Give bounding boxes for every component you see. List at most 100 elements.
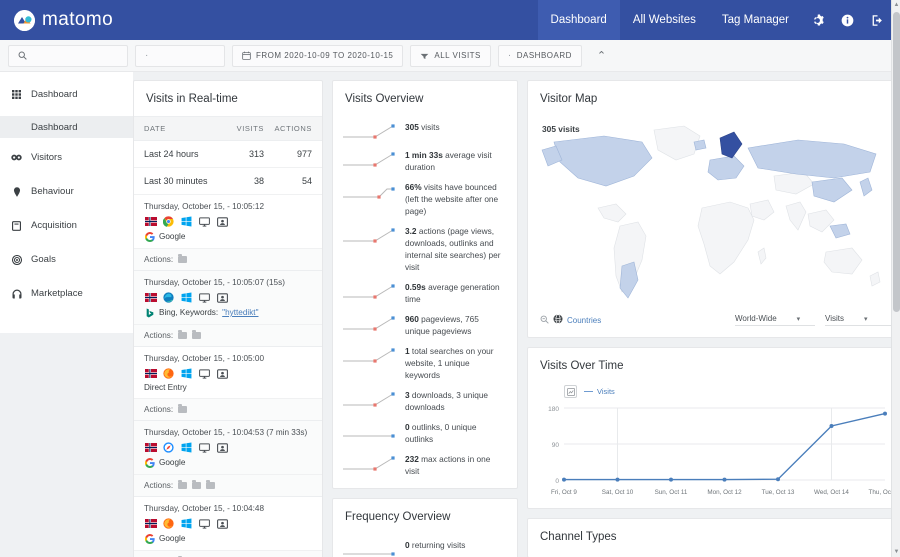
page-scrollbar[interactable]: ▲ ▼ — [891, 0, 900, 557]
visitor-map-canvas[interactable]: 305 visits — [534, 116, 899, 306]
map-metric-select[interactable]: Visits ▾ — [825, 314, 893, 326]
page-action-icon[interactable] — [206, 482, 215, 489]
visitor-profile-icon[interactable] — [216, 442, 229, 453]
page-action-icon[interactable] — [178, 256, 187, 263]
visitor-entry[interactable]: Thursday, October 15, - 10:05:12Google — [134, 195, 322, 248]
svg-text:Thu, Oct 15: Thu, Oct 15 — [869, 489, 893, 496]
date-range-selector[interactable]: FROM 2020-10-09 TO 2020-10-15 — [232, 45, 403, 67]
page-action-icon[interactable] — [178, 482, 187, 489]
channel-types-widget: Channel Types — [527, 518, 900, 557]
sidebar-item-goals[interactable]: Goals — [0, 247, 133, 272]
sidebar-item-marketplace[interactable]: Marketplace — [0, 281, 133, 306]
page-action-icon[interactable] — [178, 406, 187, 413]
visitor-time: Thursday, October 15, - 10:05:07 (15s) — [144, 278, 312, 287]
visitor-profile-icon[interactable] — [216, 518, 229, 529]
search-input[interactable] — [8, 45, 128, 67]
device-icon — [198, 368, 211, 379]
metric-sparkline-row[interactable]: 1 min 33s average visit duration — [333, 144, 517, 176]
metric-sparkline-row[interactable]: 960 pageviews, 765 unique pageviews — [333, 308, 517, 340]
visitor-referrer: Bing, Keywords: "hyttedikt" — [144, 307, 312, 318]
chart-export-icon[interactable] — [564, 385, 577, 398]
visitor-actions-row: Actions: — [134, 550, 322, 557]
visitor-entry[interactable]: Thursday, October 15, - 10:04:53 (7 min … — [134, 421, 322, 474]
visitor-profile-icon[interactable] — [216, 216, 229, 227]
visits-in-realtime-widget: Visits in Real-time DATE VISITS ACTIONS … — [133, 80, 323, 557]
scrollbar-thumb[interactable] — [893, 12, 900, 312]
top-navigation-right: Dashboard All Websites Tag Manager — [538, 0, 900, 40]
site-selector[interactable]: · — [135, 45, 225, 67]
metric-value: 0.59s — [405, 282, 426, 292]
browser-icon — [162, 442, 175, 453]
column-header-date: DATE — [144, 124, 222, 133]
marketplace-icon — [11, 289, 22, 299]
visitor-profile-icon[interactable] — [216, 292, 229, 303]
scroll-up-arrow[interactable]: ▲ — [892, 0, 900, 10]
dashboard-selector[interactable]: · DASHBOARD — [498, 45, 582, 67]
metric-sparkline-row[interactable]: 1 total searches on your website, 1 uniq… — [333, 340, 517, 384]
metric-sparkline-row[interactable]: 305 visits — [333, 116, 517, 144]
metric-sparkline-row[interactable]: 3.2 actions (page views, downloads, outl… — [333, 220, 517, 276]
visitor-entry[interactable]: Thursday, October 15, - 10:05:00Direct E… — [134, 347, 322, 398]
metric-sparkline-row[interactable]: 3 downloads, 3 unique downloads — [333, 384, 517, 416]
chart-legend: Visits — [538, 383, 895, 402]
visitor-actions-row: Actions: — [134, 474, 322, 497]
page-action-icon[interactable] — [192, 482, 201, 489]
grid-icon — [11, 90, 22, 99]
collapse-toolbar-button[interactable]: ⌃ — [593, 49, 610, 62]
sidebar-item-acquisition[interactable]: Acquisition — [0, 213, 133, 238]
metric-sparkline-row[interactable]: 0.59s average generation time — [333, 276, 517, 308]
page-action-icon[interactable] — [192, 332, 201, 339]
device-icon — [198, 216, 211, 227]
legend-line-swatch — [584, 391, 593, 393]
sidebar-item-visitors[interactable]: Visitors — [0, 145, 133, 170]
matomo-logo[interactable]: matomo — [14, 9, 113, 31]
nav-item-dashboard[interactable]: Dashboard — [538, 0, 620, 40]
map-countries-link[interactable]: Countries — [567, 316, 601, 325]
segment-selector[interactable]: ALL VISITS — [410, 45, 491, 67]
table-row[interactable]: Last 24 hours 313 977 — [134, 141, 322, 168]
table-row[interactable]: Last 30 minutes 38 54 — [134, 168, 322, 195]
nav-item-all-websites[interactable]: All Websites — [620, 0, 709, 40]
sidebar-item-label: Behaviour — [31, 186, 74, 197]
visitors-icon — [11, 153, 22, 162]
chart-legend-visits[interactable]: Visits — [584, 387, 615, 396]
gear-icon[interactable] — [802, 0, 832, 40]
sidebar-item-dashboard[interactable]: Dashboard — [0, 82, 133, 107]
metric-sparkline-row[interactable]: 232 max actions in one visit — [333, 448, 517, 480]
visitor-time: Thursday, October 15, - 10:04:48 — [144, 504, 312, 513]
visitor-entry[interactable]: Thursday, October 15, - 10:04:48Google — [134, 497, 322, 550]
visitor-actions-row: Actions: — [134, 398, 322, 421]
country-flag-icon — [144, 442, 157, 453]
page-action-icon[interactable] — [178, 332, 187, 339]
line-chart-svg[interactable]: 090180Fri, Oct 9Sat, Oct 10Sun, Oct 11Mo… — [538, 402, 893, 500]
browser-icon — [162, 292, 175, 303]
visitor-profile-icon[interactable] — [216, 368, 229, 379]
logout-icon[interactable] — [862, 0, 892, 40]
visits-over-time-widget: Visits Over Time Visits 090180Fri, Oct 9… — [527, 347, 900, 509]
visitor-icons — [144, 518, 312, 529]
visitor-entry[interactable]: Thursday, October 15, - 10:05:07 (15s) Bi… — [134, 271, 322, 324]
svg-text:180: 180 — [548, 406, 559, 413]
sidebar-item-behaviour[interactable]: Behaviour — [0, 179, 133, 204]
metric-sparkline-row[interactable]: 66% visits have bounced (left the websit… — [333, 176, 517, 220]
zoom-out-icon[interactable] — [540, 315, 549, 326]
visitor-time: Thursday, October 15, - 10:04:53 (7 min … — [144, 428, 312, 437]
row-date: Last 30 minutes — [144, 176, 222, 186]
map-scope-select[interactable]: World-Wide ▾ — [735, 314, 815, 326]
device-icon — [198, 442, 211, 453]
metric-sparkline-row[interactable]: 0 outlinks, 0 unique outlinks — [333, 416, 517, 448]
metric-value: 1 — [405, 346, 410, 356]
scroll-down-arrow[interactable]: ▼ — [892, 547, 900, 557]
sidebar-item-label: Dashboard — [31, 89, 77, 100]
matomo-dashboard: matomo Dashboard All Websites Tag Manage… — [0, 0, 900, 557]
referrer-keyword-link[interactable]: "hyttedikt" — [222, 308, 258, 317]
metric-sparkline-row[interactable]: 0 returning visits — [333, 534, 517, 557]
nav-item-tag-manager[interactable]: Tag Manager — [709, 0, 802, 40]
sparkline-graph — [341, 419, 397, 441]
visitor-icons — [144, 292, 312, 303]
info-icon[interactable] — [832, 0, 862, 40]
sidebar-subitem-dashboard[interactable]: Dashboard — [0, 116, 133, 138]
site-selector-value: · — [145, 50, 149, 61]
matomo-logo-icon — [14, 10, 35, 31]
widget-column-1: Visits in Real-time DATE VISITS ACTIONS … — [133, 80, 323, 557]
